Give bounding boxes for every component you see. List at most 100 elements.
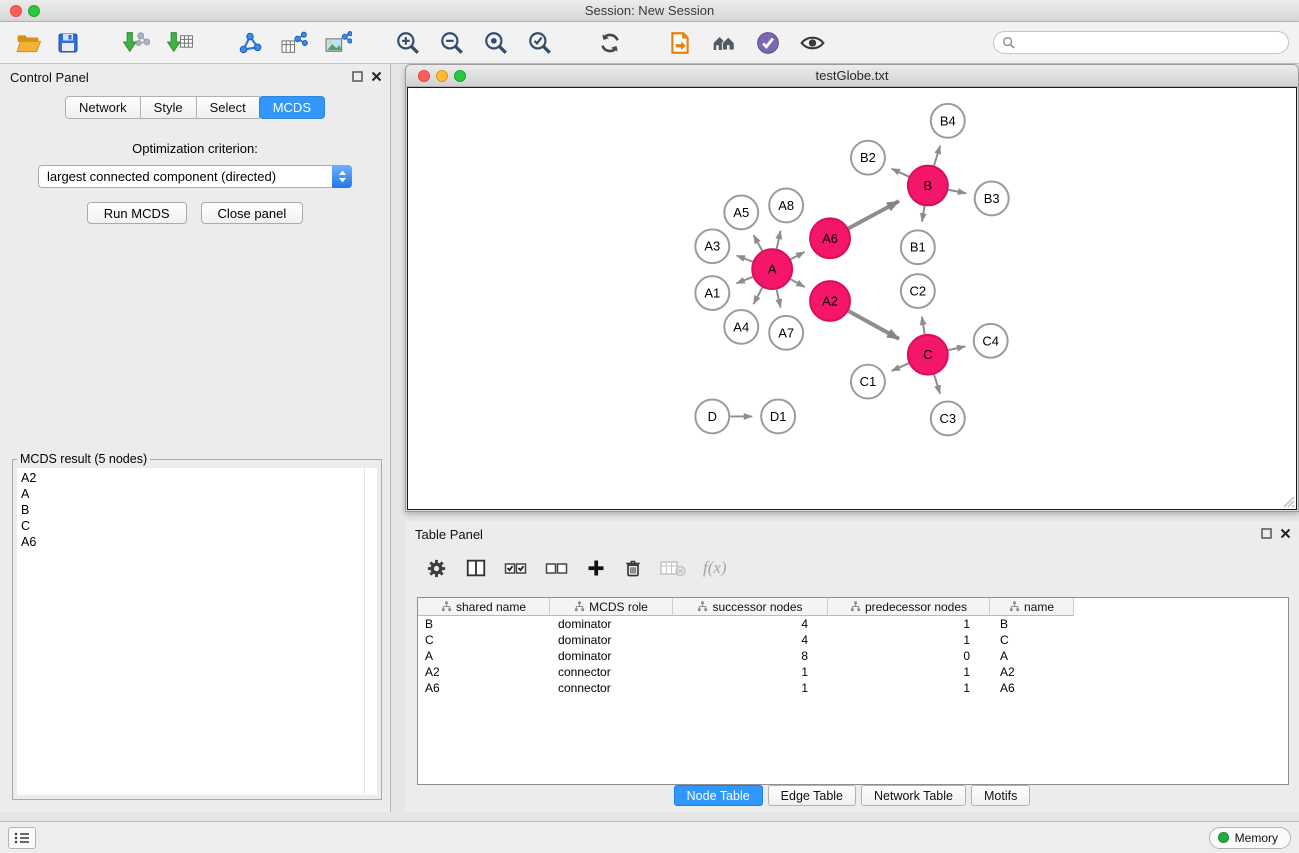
panel-list-button[interactable] [8, 827, 36, 849]
select-all-button[interactable] [504, 558, 528, 578]
node-label-B3: B3 [984, 191, 1000, 206]
deselect-all-icon [545, 558, 569, 578]
table-cell: 1 [828, 617, 990, 631]
edge-A-A7[interactable] [777, 290, 781, 308]
network-zoom-button[interactable] [454, 70, 466, 82]
tab-edge-table[interactable]: Edge Table [768, 785, 856, 806]
eye-button[interactable] [790, 25, 834, 61]
dropdown-arrows-icon [332, 165, 352, 188]
edge-A-A1[interactable] [736, 277, 752, 283]
mcds-result-item[interactable]: A [21, 486, 377, 502]
tab-network[interactable]: Network [65, 96, 141, 119]
edge-A-A8[interactable] [777, 231, 781, 249]
edge-A-A6[interactable] [791, 252, 805, 259]
mcds-result-item[interactable]: A2 [21, 470, 377, 486]
graphics-details-button[interactable] [746, 25, 790, 61]
mcds-result-item[interactable]: A6 [21, 534, 377, 550]
open-session-button[interactable] [8, 25, 48, 61]
deselect-all-button[interactable] [545, 558, 569, 578]
show-columns-button[interactable] [465, 557, 487, 579]
criterion-dropdown[interactable]: largest connected component (directed) [38, 165, 352, 188]
add-row-button[interactable] [586, 558, 606, 578]
node-label-B1: B1 [910, 240, 926, 255]
column-header-predecessor-nodes[interactable]: predecessor nodes [828, 598, 990, 616]
delete-row-button[interactable] [623, 558, 643, 579]
node-label-B4: B4 [940, 113, 956, 128]
control-panel: Control Panel NetworkStyleSelectMCDS Opt… [0, 64, 391, 812]
node-label-A: A [768, 262, 777, 277]
settings-gear-button[interactable] [425, 557, 448, 580]
edge-A6-B[interactable] [849, 201, 899, 228]
import-table-file-button[interactable] [158, 25, 202, 61]
edge-B-B2[interactable] [892, 169, 909, 177]
network-close-button[interactable] [418, 70, 430, 82]
network-from-table-button[interactable] [272, 25, 316, 61]
table-row[interactable]: A2connector11A2 [418, 664, 1288, 680]
mcds-result-item[interactable]: C [21, 518, 377, 534]
clear-table-button [660, 558, 686, 578]
tab-mcds[interactable]: MCDS [259, 96, 325, 119]
tab-motifs[interactable]: Motifs [971, 785, 1030, 806]
network-canvas[interactable]: B4B2BB3A5A8A6B1A3AC2A1A2A4A7C4CC1C3DD1 [407, 87, 1297, 510]
edge-C-C4[interactable] [948, 346, 965, 350]
float-panel-icon[interactable] [352, 71, 363, 82]
network-window-titlebar[interactable]: testGlobe.txt [406, 65, 1298, 87]
column-header-shared-name[interactable]: shared name [418, 598, 550, 616]
save-session-button[interactable] [48, 25, 88, 61]
edge-A-A5[interactable] [754, 235, 763, 251]
export-image-button[interactable] [316, 25, 360, 61]
table-row[interactable]: Cdominator41C [418, 632, 1288, 648]
tab-network-table[interactable]: Network Table [861, 785, 966, 806]
network-graph[interactable]: B4B2BB3A5A8A6B1A3AC2A1A2A4A7C4CC1C3DD1 [408, 88, 1296, 509]
column-header-name[interactable]: name [990, 598, 1074, 616]
import-network-file-button[interactable] [114, 25, 158, 61]
resize-grip-icon[interactable] [1281, 494, 1295, 508]
edge-A-A3[interactable] [737, 256, 753, 262]
close-window-button[interactable] [10, 5, 22, 17]
run-mcds-button[interactable]: Run MCDS [87, 202, 187, 224]
home-button[interactable] [702, 25, 746, 61]
table-row[interactable]: Adominator80A [418, 648, 1288, 664]
column-header-successor-nodes[interactable]: successor nodes [673, 598, 828, 616]
mcds-result-list[interactable]: A2ABCA6 [17, 468, 377, 795]
search-input[interactable] [993, 31, 1289, 54]
close-panel-icon[interactable] [371, 71, 382, 82]
mcds-result-item[interactable]: B [21, 502, 377, 518]
mcds-buttons-row: Run MCDS Close panel [0, 202, 390, 224]
edge-B-B1[interactable] [922, 206, 925, 222]
first-neighbors-button[interactable] [658, 25, 702, 61]
close-table-panel-icon[interactable] [1280, 528, 1291, 539]
tab-style[interactable]: Style [140, 96, 197, 119]
new-network-button[interactable] [228, 25, 272, 61]
edge-C-C3[interactable] [934, 375, 940, 394]
tab-node-table[interactable]: Node Table [674, 785, 763, 806]
memory-button[interactable]: Memory [1209, 827, 1291, 849]
edge-A-A2[interactable] [791, 279, 805, 287]
float-table-panel-icon[interactable] [1261, 528, 1272, 539]
edge-A2-C[interactable] [848, 311, 899, 339]
zoom-out-button[interactable] [430, 25, 474, 61]
node-label-A4: A4 [733, 319, 749, 334]
refresh-button[interactable] [588, 25, 632, 61]
table-panel-header: Table Panel [405, 521, 1299, 547]
tab-select[interactable]: Select [196, 96, 260, 119]
edge-C-C2[interactable] [922, 317, 925, 335]
zoom-in-button[interactable] [386, 25, 430, 61]
network-nodes-icon [237, 30, 263, 56]
table-row[interactable]: Bdominator41B [418, 616, 1288, 632]
node-label-C1: C1 [860, 374, 877, 389]
column-header-MCDS-role[interactable]: MCDS role [550, 598, 673, 616]
zoom-fit-button[interactable] [474, 25, 518, 61]
network-minimize-button[interactable] [436, 70, 448, 82]
close-panel-button[interactable]: Close panel [201, 202, 304, 224]
edge-B-B4[interactable] [934, 146, 940, 166]
zoom-selected-button[interactable] [518, 25, 562, 61]
zoom-window-button[interactable] [28, 5, 40, 17]
edge-B-B3[interactable] [948, 190, 966, 194]
table-row[interactable]: A6connector11A6 [418, 680, 1288, 696]
home-icon [711, 30, 738, 56]
edge-A-A4[interactable] [754, 288, 763, 305]
edge-C-C1[interactable] [892, 363, 909, 371]
zoom-selected-icon [527, 30, 553, 56]
network-window-controls [418, 70, 466, 82]
